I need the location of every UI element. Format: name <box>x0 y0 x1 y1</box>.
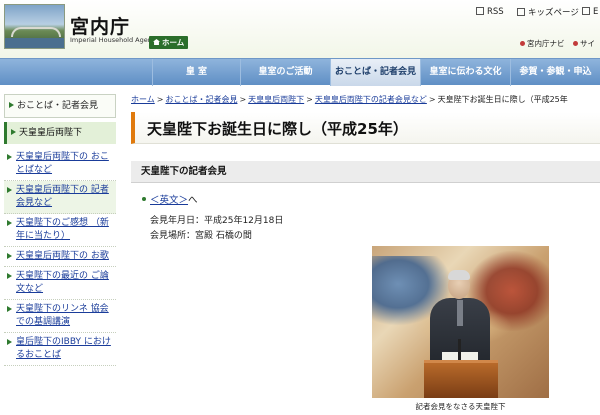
emperor-photo <box>372 246 549 398</box>
sidebar-item-papers[interactable]: 天皇陛下の最近の ご論文など <box>4 267 116 300</box>
navi-label: 宮内庁ナビ <box>527 39 565 48</box>
sidebar-item-label: 天皇陛下のリンネ 協会での基調講演 <box>16 304 109 327</box>
home-button[interactable]: ホーム <box>149 36 189 49</box>
navi-bullet-icon <box>520 41 525 46</box>
page-title: 天皇陛下お誕生日に際し（平成25年） <box>147 120 408 138</box>
arrow-right-icon <box>11 129 16 135</box>
sidebar-current-label: 天皇皇后両陛下 <box>19 128 83 138</box>
microphone-icon <box>458 339 461 361</box>
sidebar-item-label: 天皇陛下の最近の ご論文など <box>16 271 109 294</box>
breadcrumb-separator: > <box>428 95 436 104</box>
home-button-label: ホーム <box>162 38 185 47</box>
figure-tie-shape <box>457 300 463 326</box>
english-version-suffix: へ <box>188 195 198 206</box>
breadcrumb-statements[interactable]: おことば・記者会見 <box>165 95 237 104</box>
sidebar-item-label: 天皇皇后両陛下の おことばなど <box>16 152 109 175</box>
sidebar-item-press-conferences[interactable]: 天皇皇后両陛下の 記者会見など <box>4 181 116 214</box>
sidebar-top-link[interactable]: おことば・記者会見 <box>4 94 116 118</box>
sitemap-link[interactable]: サイ <box>573 38 595 49</box>
nav-item-statements[interactable]: おことば・記者会見 <box>330 59 420 86</box>
sidebar-item-label: 天皇陛下のご感想 （新年に当たり） <box>16 218 109 241</box>
nav-item-culture[interactable]: 皇室に伝わる文化 <box>420 59 510 86</box>
breadcrumb: ホーム > おことば・記者会見 > 天皇皇后両陛下 > 天皇皇后両陛下の記者会見など > 天皇陛… <box>131 94 600 106</box>
arrow-right-icon <box>7 253 12 259</box>
sidebar: おことば・記者会見 天皇皇后両陛下 天皇皇后両陛下の おことばなど 天皇皇后両陛… <box>4 94 116 415</box>
home-icon <box>153 39 160 45</box>
bridge-shape <box>11 27 61 37</box>
sidebar-item-label: 天皇皇后両陛下の 記者会見など <box>16 185 109 208</box>
arrow-right-icon <box>7 339 12 345</box>
sitemap-label: サイ <box>580 39 595 48</box>
sidebar-item-label: 皇后陛下のIBBY におけるおことば <box>16 337 111 360</box>
sidebar-item-new-year[interactable]: 天皇陛下のご感想 （新年に当たり） <box>4 214 116 247</box>
breadcrumb-majesties[interactable]: 天皇皇后両陛下 <box>248 95 304 104</box>
site-title[interactable]: 宮内庁 <box>70 12 130 39</box>
sidebar-top-label: おことば・記者会見 <box>17 101 99 111</box>
sidebar-item-poems[interactable]: 天皇皇后両陛下の お歌 <box>4 247 116 267</box>
breadcrumb-separator: > <box>239 95 247 104</box>
navi-link[interactable]: 宮内庁ナビ <box>520 38 565 49</box>
page-title-box: 天皇陛下お誕生日に際し（平成25年） <box>131 112 600 144</box>
english-label: E <box>593 7 599 17</box>
photo-caption: 記者会見をなさる天皇陛下 <box>415 402 506 411</box>
conference-place: 会見場所：宮殿 石橋の間 <box>150 231 252 241</box>
rss-link[interactable]: RSS <box>476 6 504 17</box>
kids-icon <box>517 8 525 16</box>
section-heading: 天皇陛下の記者会見 <box>131 161 600 183</box>
breadcrumb-current: 天皇陛下お誕生日に際し（平成25年 <box>437 95 568 104</box>
english-link[interactable]: E <box>582 6 598 17</box>
breadcrumb-press[interactable]: 天皇皇后両陛下の記者会見など <box>315 95 427 104</box>
sidebar-current[interactable]: 天皇皇后両陛下 <box>4 122 116 144</box>
breadcrumb-home[interactable]: ホーム <box>131 95 155 104</box>
sidebar-item-linnean[interactable]: 天皇陛下のリンネ 協会での基調講演 <box>4 300 116 333</box>
podium-shape <box>424 360 498 398</box>
kids-page-link[interactable]: キッズページ <box>517 6 579 18</box>
site-header: 宮内庁 Imperial Household Agency ホーム RSS キッ… <box>0 0 600 58</box>
arrow-right-icon <box>7 220 12 226</box>
main-nav: 皇 室 皇室のご活動 おことば・記者会見 皇室に伝わる文化 参賀・参観・申込 <box>0 58 600 86</box>
sitemap-bullet-icon <box>573 41 578 46</box>
bullet-icon <box>142 197 146 201</box>
sidebar-item-label: 天皇皇后両陛下の お歌 <box>16 251 109 261</box>
arrow-right-icon <box>9 102 14 108</box>
rss-label: RSS <box>487 7 504 17</box>
moat-shape <box>5 38 64 48</box>
arrow-right-icon <box>7 306 12 312</box>
figure-hair-shape <box>448 270 470 280</box>
logo-image[interactable] <box>4 4 65 49</box>
rss-icon <box>476 7 484 15</box>
english-version-line: ＜英文＞へ <box>142 192 198 206</box>
nav-item-imperial-family[interactable]: 皇 室 <box>152 59 240 86</box>
sidebar-item-statements[interactable]: 天皇皇后両陛下の おことばなど <box>4 148 116 181</box>
english-version-link[interactable]: ＜英文＞ <box>150 195 188 206</box>
breadcrumb-separator: > <box>306 95 313 104</box>
arrow-right-icon <box>7 187 12 193</box>
arrow-right-icon <box>7 154 12 160</box>
arrow-right-icon <box>7 273 12 279</box>
conference-date: 会見年月日：平成25年12月18日 <box>150 216 284 226</box>
english-icon <box>582 7 590 15</box>
nav-item-activities[interactable]: 皇室のご活動 <box>240 59 330 86</box>
nav-item-visits[interactable]: 参賀・参観・申込 <box>510 59 600 86</box>
sidebar-item-ibby[interactable]: 皇后陛下のIBBY におけるおことば <box>4 333 116 366</box>
kids-label: キッズページ <box>528 8 579 18</box>
site-subtitle: Imperial Household Agency <box>70 36 160 44</box>
breadcrumb-separator: > <box>156 95 164 104</box>
